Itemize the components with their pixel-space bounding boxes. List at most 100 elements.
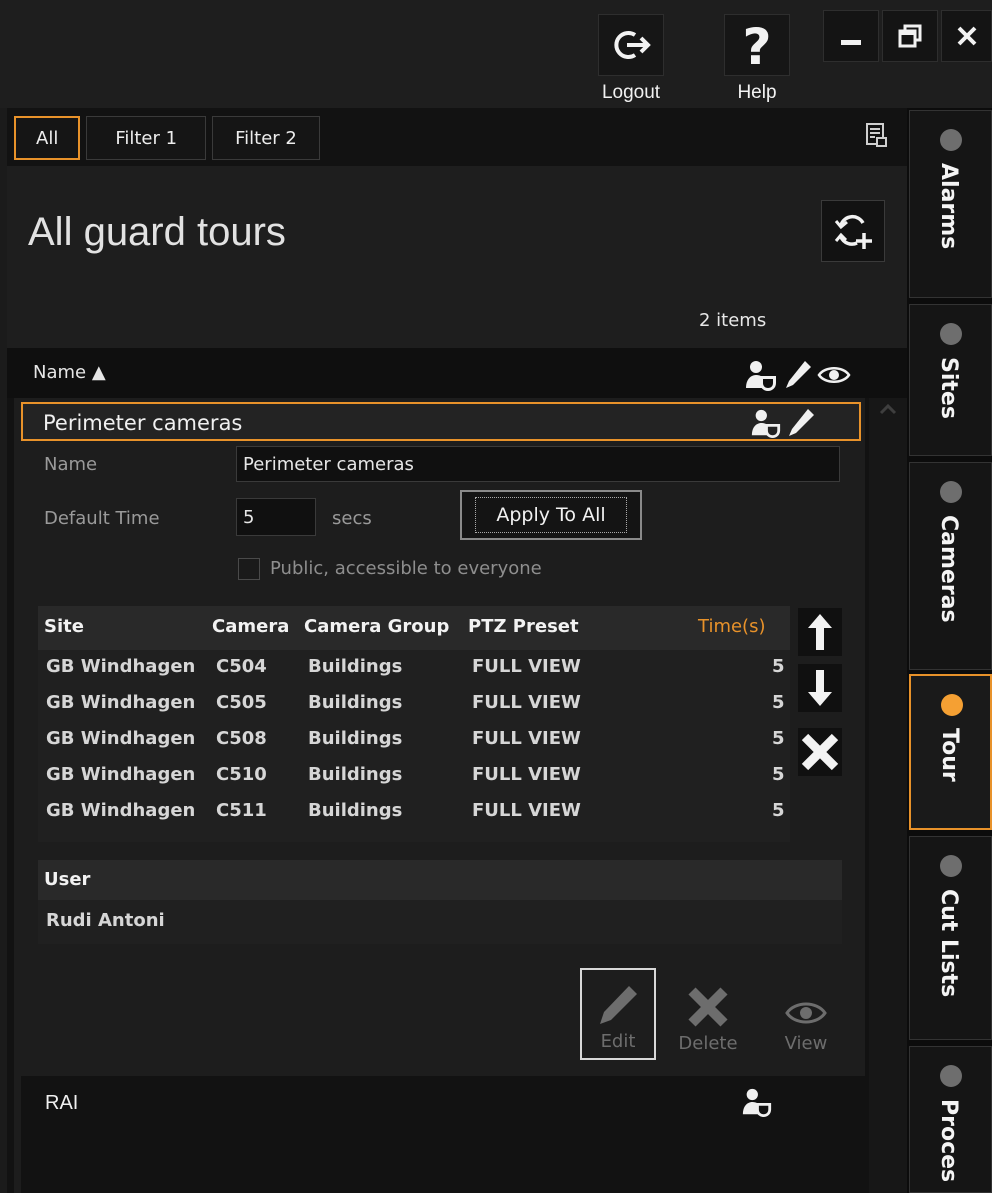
- page-title: All guard tours: [28, 210, 286, 254]
- add-tour-button[interactable]: [821, 200, 885, 262]
- cell-ptz-preset: FULL VIEW: [472, 656, 581, 677]
- tour-row[interactable]: RAI: [21, 1076, 865, 1193]
- user-row[interactable]: Rudi Antoni: [46, 910, 165, 931]
- filter-tab-2[interactable]: Filter 2: [212, 116, 320, 160]
- cell-ptz-preset: FULL VIEW: [472, 728, 581, 749]
- pencil-icon: [789, 409, 814, 436]
- status-dot: [940, 855, 962, 877]
- tour-list: Perimeter cameras Name Perimeter cameras…: [14, 398, 865, 1193]
- cell-time: 5: [772, 656, 785, 677]
- tab-sites[interactable]: Sites: [909, 304, 992, 456]
- view-label: View: [784, 1033, 828, 1054]
- cell-camera-group: Buildings: [308, 800, 403, 821]
- cell-time: 5: [772, 800, 785, 821]
- cell-time: 5: [772, 728, 785, 749]
- cell-camera: C510: [216, 764, 267, 785]
- status-dot: [941, 694, 963, 716]
- public-checkbox[interactable]: [238, 558, 260, 580]
- move-down-button[interactable]: [798, 664, 842, 712]
- remove-x-icon: [801, 733, 839, 771]
- arrow-up-icon: [808, 614, 832, 650]
- tab-tour[interactable]: Tour: [909, 674, 992, 830]
- scrollbar[interactable]: [869, 398, 907, 1193]
- cell-camera-group: Buildings: [308, 692, 403, 713]
- close-button[interactable]: [941, 10, 992, 62]
- default-time-label: Default Time: [44, 508, 160, 529]
- tab-processes[interactable]: Proces: [909, 1046, 992, 1193]
- pencil-icon: [786, 361, 811, 388]
- side-tabs: Alarms Sites Cameras Tour Cut Lists Proc…: [907, 108, 992, 1193]
- logout-label: Logout: [601, 82, 661, 103]
- close-icon: [957, 26, 976, 46]
- site-column-header[interactable]: Site: [44, 616, 84, 637]
- tab-alarms-label: Alarms: [936, 163, 961, 250]
- move-up-button[interactable]: [798, 608, 842, 656]
- status-dot: [940, 481, 962, 503]
- status-dot: [940, 1065, 962, 1087]
- default-time-input[interactable]: 5: [236, 498, 316, 536]
- cell-camera: C504: [216, 656, 267, 677]
- restore-button[interactable]: [882, 10, 938, 62]
- cell-time: 5: [772, 764, 785, 785]
- camera-table: Site Camera Camera Group PTZ Preset Time…: [38, 606, 790, 842]
- items-count: 2 items: [699, 310, 767, 331]
- edit-label: Edit: [600, 1031, 636, 1052]
- page-header: All guard tours 2 items: [7, 166, 907, 348]
- scroll-up-icon[interactable]: [879, 402, 897, 416]
- add-tour-icon: [834, 214, 872, 249]
- user-table: User Rudi Antoni: [38, 860, 842, 944]
- name-input[interactable]: Perimeter cameras: [236, 446, 840, 482]
- secs-unit-label: secs: [332, 508, 372, 529]
- tour-name: Perimeter cameras: [43, 411, 243, 435]
- filter-tab-all[interactable]: All: [14, 116, 81, 160]
- tab-tour-label: Tour: [937, 728, 962, 782]
- title-bar: Logout ? Help: [0, 0, 992, 108]
- cell-site: GB Windhagen: [46, 692, 196, 713]
- tab-cut-lists-label: Cut Lists: [936, 889, 961, 998]
- cell-site: GB Windhagen: [46, 656, 196, 677]
- help-icon: ?: [724, 14, 790, 76]
- logout-button[interactable]: Logout: [598, 14, 664, 104]
- tour-name: RAI: [45, 1092, 79, 1114]
- tour-row-selected[interactable]: Perimeter cameras: [21, 402, 861, 441]
- guard-user-icon: [742, 1088, 772, 1118]
- name-field-label: Name: [44, 454, 98, 475]
- cell-camera: C511: [216, 800, 267, 821]
- edit-button[interactable]: Edit: [580, 968, 656, 1060]
- apply-to-all-label: Apply To All: [475, 497, 627, 533]
- camera-column-header[interactable]: Camera: [212, 616, 289, 637]
- view-button[interactable]: View: [768, 968, 844, 1060]
- tab-sites-label: Sites: [936, 357, 961, 419]
- status-dot: [940, 323, 962, 345]
- pencil-icon: [600, 986, 637, 1024]
- cell-camera-group: Buildings: [308, 728, 403, 749]
- tab-alarms[interactable]: Alarms: [909, 110, 992, 298]
- cell-camera-group: Buildings: [308, 764, 403, 785]
- camera-group-column-header[interactable]: Camera Group: [304, 616, 449, 637]
- svg-text:?: ?: [742, 20, 771, 70]
- cell-ptz-preset: FULL VIEW: [472, 800, 581, 821]
- cell-camera: C508: [216, 728, 267, 749]
- apply-to-all-button[interactable]: Apply To All: [460, 490, 642, 540]
- remove-camera-button[interactable]: [798, 728, 842, 776]
- list-column-header: Name ▲: [7, 348, 907, 398]
- delete-button[interactable]: Delete: [670, 968, 746, 1060]
- guard-user-icon: [751, 409, 781, 439]
- guard-user-icon: [746, 361, 776, 391]
- cell-site: GB Windhagen: [46, 800, 196, 821]
- panel-layout-icon[interactable]: [865, 122, 887, 152]
- cell-site: GB Windhagen: [46, 728, 196, 749]
- ptz-preset-column-header[interactable]: PTZ Preset: [468, 616, 579, 637]
- help-button[interactable]: ? Help: [724, 14, 790, 104]
- status-dot: [940, 129, 962, 151]
- tab-cut-lists[interactable]: Cut Lists: [909, 836, 992, 1040]
- time-column-header[interactable]: Time(s): [698, 616, 765, 637]
- tab-cameras[interactable]: Cameras: [909, 462, 992, 670]
- filter-tab-1[interactable]: Filter 1: [86, 116, 207, 160]
- cell-camera-group: Buildings: [308, 656, 403, 677]
- name-column-sort[interactable]: Name ▲: [33, 362, 106, 383]
- help-label: Help: [737, 82, 777, 103]
- minimize-button[interactable]: [823, 10, 879, 62]
- user-column-header[interactable]: User: [44, 869, 90, 890]
- minimize-icon: [841, 40, 861, 45]
